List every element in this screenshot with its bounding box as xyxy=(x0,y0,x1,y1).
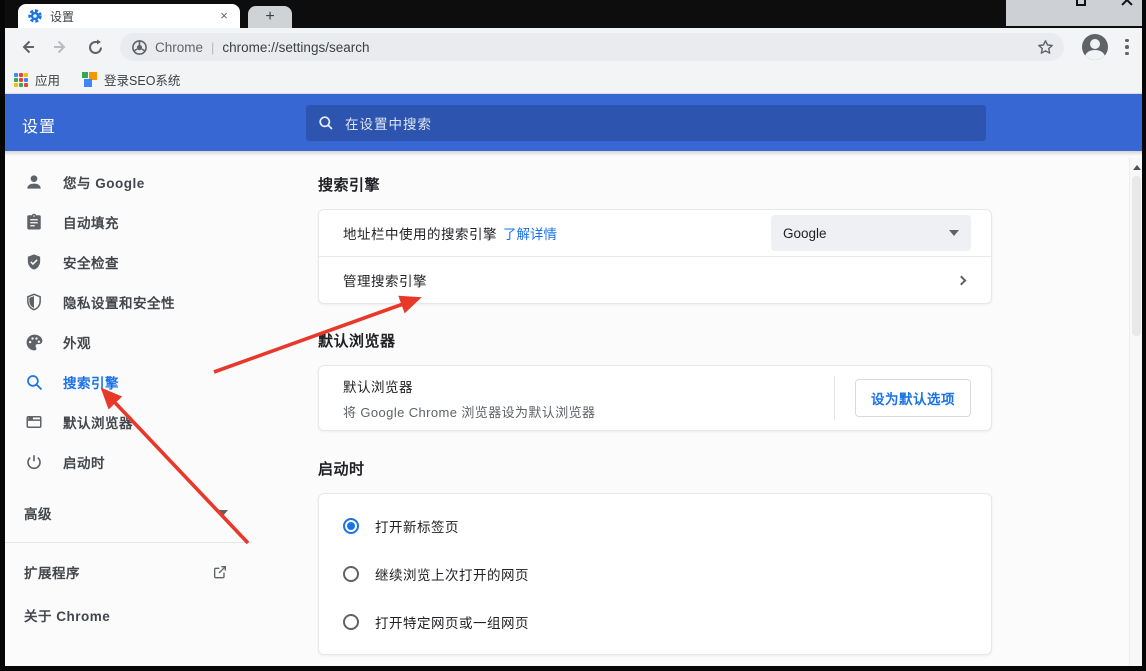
section-title-on-startup: 启动时 xyxy=(318,458,992,479)
search-icon xyxy=(22,370,46,394)
sidebar-item-autofill[interactable]: 自动填充 xyxy=(0,202,306,242)
sidebar-item-search-engine[interactable]: 搜索引擎 xyxy=(0,362,306,402)
dropdown-caret-icon xyxy=(949,230,959,236)
bookmarks-bar: 应用 登录SEO系统 xyxy=(0,66,1146,94)
bookmark-label: 登录SEO系统 xyxy=(104,70,180,89)
profile-avatar[interactable] xyxy=(1082,34,1108,60)
autofill-icon xyxy=(22,210,46,234)
search-placeholder: 在设置中搜索 xyxy=(345,113,432,133)
settings-page: 您与 Google 自动填充 安全检查 隐私设置和安全性 xyxy=(0,151,1146,665)
default-browser-row: 默认浏览器 将 Google Chrome 浏览器设为默认浏览器 设为默认选项 xyxy=(319,366,991,430)
url-host: Chrome xyxy=(155,40,203,55)
default-browser-card: 默认浏览器 将 Google Chrome 浏览器设为默认浏览器 设为默认选项 xyxy=(318,365,992,431)
scrollbar-up-arrow-icon[interactable] xyxy=(1133,165,1141,170)
settings-header: 设置 在设置中搜索 xyxy=(0,94,1146,151)
window-caption-area xyxy=(1006,0,1146,26)
chrome-logo-icon xyxy=(132,40,147,55)
radio-button[interactable] xyxy=(343,614,359,630)
browser-window: 设置 × + Chrome | chrome://settings/search xyxy=(0,0,1146,671)
tab-close-icon[interactable]: × xyxy=(216,8,232,24)
sidebar-item-you-and-google[interactable]: 您与 Google xyxy=(0,162,306,202)
sidebar-item-safety-check[interactable]: 安全检查 xyxy=(0,242,306,282)
settings-title: 设置 xyxy=(22,113,56,137)
default-browser-title: 默认浏览器 xyxy=(343,376,595,396)
seo-favicon xyxy=(82,72,97,87)
bookmark-apps[interactable]: 应用 xyxy=(14,70,60,89)
bookmark-label: 应用 xyxy=(35,70,60,89)
forward-button[interactable] xyxy=(48,34,74,60)
settings-main: 搜索引擎 地址栏中使用的搜索引擎 了解详情 Google 管理搜索引擎 xyxy=(318,151,992,665)
vertical-divider xyxy=(834,376,835,420)
startup-option-new-tab[interactable]: 打开新标签页 xyxy=(319,502,991,550)
external-link-icon xyxy=(212,564,228,580)
sidebar-advanced-toggle[interactable]: 高级 xyxy=(0,490,252,536)
radio-button[interactable] xyxy=(343,566,359,582)
search-engine-select[interactable]: Google xyxy=(771,215,971,251)
apps-grid-icon xyxy=(14,73,28,87)
sidebar-item-default-browser[interactable]: 默认浏览器 xyxy=(0,402,306,442)
window-frame-left xyxy=(0,0,5,671)
privacy-shield-icon xyxy=(22,290,46,314)
window-frame-right xyxy=(1142,0,1146,671)
shield-check-icon xyxy=(22,250,46,274)
tab-strip: 设置 × + xyxy=(0,0,1146,28)
bookmark-seo-system[interactable]: 登录SEO系统 xyxy=(82,70,180,89)
settings-search-input[interactable]: 在设置中搜索 xyxy=(306,105,986,141)
browser-window-icon xyxy=(22,410,46,434)
manage-search-engines-row[interactable]: 管理搜索引擎 xyxy=(319,257,991,303)
startup-option-continue[interactable]: 继续浏览上次打开的网页 xyxy=(319,550,991,598)
default-browser-subtitle: 将 Google Chrome 浏览器设为默认浏览器 xyxy=(343,402,595,421)
chevron-down-icon xyxy=(218,510,228,516)
back-button[interactable] xyxy=(14,34,40,60)
sidebar-item-privacy[interactable]: 隐私设置和安全性 xyxy=(0,282,306,322)
settings-sidebar: 您与 Google 自动填充 安全检查 隐私设置和安全性 xyxy=(0,151,306,665)
url-separator: | xyxy=(211,40,214,55)
url-text: chrome://settings/search xyxy=(222,40,369,55)
window-frame-bottom xyxy=(0,666,1146,671)
person-icon xyxy=(22,170,46,194)
sidebar-divider xyxy=(0,542,252,543)
close-window-icon[interactable] xyxy=(1120,0,1134,7)
page-scrollbar[interactable] xyxy=(1129,158,1142,666)
browser-toolbar: Chrome | chrome://settings/search xyxy=(0,28,1146,66)
scrollbar-thumb[interactable] xyxy=(1132,176,1141,336)
set-as-default-button[interactable]: 设为默认选项 xyxy=(855,379,971,417)
tab-title: 设置 xyxy=(50,8,216,25)
sidebar-item-extensions[interactable]: 扩展程序 xyxy=(0,549,252,595)
section-title-default-browser: 默认浏览器 xyxy=(318,330,992,351)
address-bar[interactable]: Chrome | chrome://settings/search xyxy=(120,33,1064,61)
new-tab-button[interactable]: + xyxy=(248,6,292,28)
sidebar-item-about-chrome[interactable]: 关于 Chrome xyxy=(0,595,306,635)
section-title-search-engine: 搜索引擎 xyxy=(318,174,992,195)
sidebar-item-appearance[interactable]: 外观 xyxy=(0,322,306,362)
radio-button[interactable] xyxy=(343,518,359,534)
reload-button[interactable] xyxy=(82,34,108,60)
search-engine-card: 地址栏中使用的搜索引擎 了解详情 Google 管理搜索引擎 xyxy=(318,209,992,304)
startup-option-specific-pages[interactable]: 打开特定网页或一组网页 xyxy=(319,598,991,646)
power-icon xyxy=(22,450,46,474)
settings-gear-icon xyxy=(28,9,42,23)
bookmark-star-icon[interactable] xyxy=(1037,39,1054,56)
chevron-right-icon xyxy=(957,275,967,285)
tab-settings[interactable]: 设置 × xyxy=(18,4,240,28)
palette-icon xyxy=(22,330,46,354)
sidebar-item-on-startup[interactable]: 启动时 xyxy=(0,442,306,482)
plus-icon: + xyxy=(265,9,274,25)
search-icon xyxy=(318,115,334,131)
restore-window-icon[interactable] xyxy=(1076,0,1086,6)
on-startup-card: 打开新标签页 继续浏览上次打开的网页 打开特定网页或一组网页 xyxy=(318,493,992,655)
address-bar-engine-row: 地址栏中使用的搜索引擎 了解详情 Google xyxy=(319,210,991,256)
browser-menu-icon[interactable] xyxy=(1118,39,1136,56)
learn-more-link[interactable]: 了解详情 xyxy=(503,223,557,243)
